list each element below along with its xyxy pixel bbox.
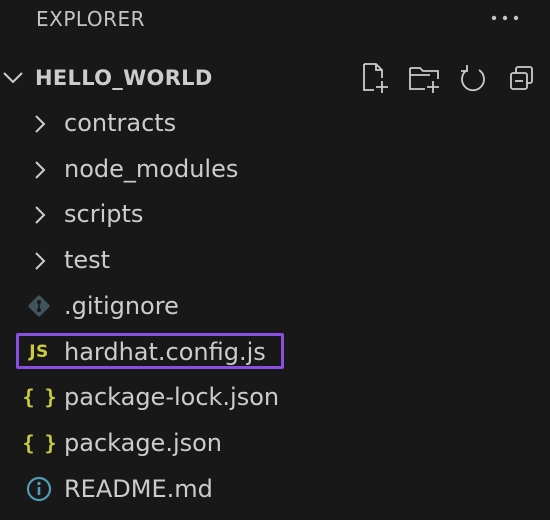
chevron-right-icon (35, 206, 46, 224)
tree-folder-node-modules[interactable]: node_modules (0, 146, 550, 192)
chevron-right-icon (35, 252, 46, 270)
json-file-icon: { } (22, 382, 56, 412)
chevron-right-icon (35, 115, 46, 133)
explorer-header: EXPLORER (0, 0, 550, 40)
tree-folder-test[interactable]: test (0, 237, 550, 283)
json-icon-text: { } (22, 385, 56, 409)
collapse-all-icon[interactable] (508, 62, 538, 94)
refresh-icon[interactable] (458, 62, 488, 94)
chevron-right-icon (35, 161, 46, 179)
tree-folder-scripts[interactable]: scripts (0, 191, 550, 237)
tree-item-label[interactable]: scripts (64, 198, 143, 230)
tree-item-label[interactable]: README.md (64, 473, 213, 505)
workspace-folder-name[interactable]: HELLO_WORLD (35, 64, 213, 92)
ellipsis-icon[interactable] (488, 6, 522, 30)
tree-file-package-json[interactable]: { } package.json (0, 420, 550, 466)
tree-item-label[interactable]: package-lock.json (64, 381, 279, 413)
highlight-box (16, 333, 284, 369)
json-icon-text: { } (22, 431, 56, 455)
new-folder-icon[interactable] (408, 62, 442, 94)
tree-item-label[interactable]: contracts (64, 107, 176, 139)
tree-item-label[interactable]: .gitignore (64, 290, 179, 322)
new-file-icon[interactable] (360, 62, 390, 94)
info-icon (22, 474, 56, 504)
explorer-title: EXPLORER (36, 7, 145, 31)
workspace-folder-header[interactable]: HELLO_WORLD (0, 56, 550, 100)
git-icon (22, 291, 56, 321)
json-file-icon: { } (22, 428, 56, 458)
tree-item-label[interactable]: test (64, 244, 110, 276)
tree-file-readme[interactable]: README.md (0, 466, 550, 512)
tree-folder-contracts[interactable]: contracts (0, 100, 550, 146)
tree-item-label[interactable]: package.json (64, 427, 222, 459)
tree-file-gitignore[interactable]: .gitignore (0, 283, 550, 329)
tree-item-label[interactable]: node_modules (64, 153, 238, 185)
chevron-down-icon[interactable] (2, 68, 24, 88)
tree-file-package-lock[interactable]: { } package-lock.json (0, 374, 550, 420)
